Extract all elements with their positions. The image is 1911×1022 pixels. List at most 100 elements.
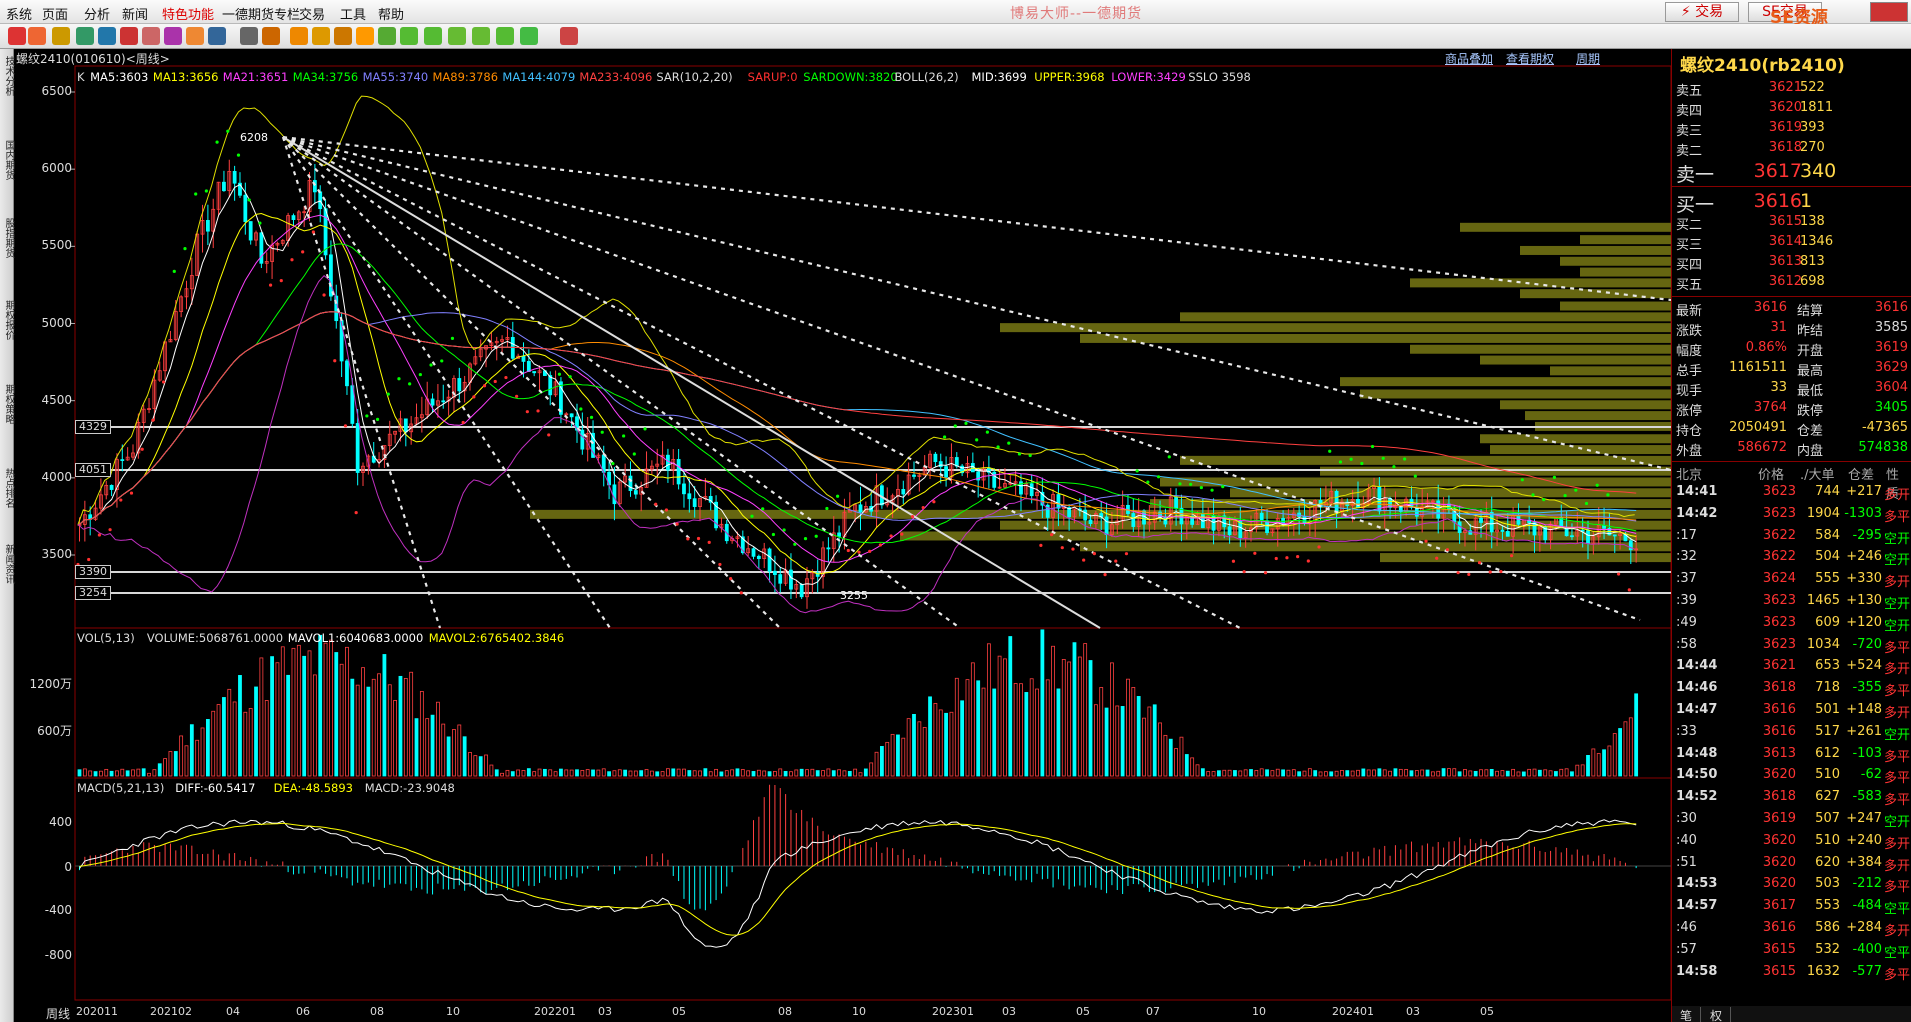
tick-row-12[interactable]: 14:48 3613 612 -103 多平 [1676, 746, 1910, 765]
ask-row-4[interactable]: 卖一 3617 340 [1676, 160, 1908, 186]
tick-row-8[interactable]: 14:44 3621 653 +524 多开 [1676, 658, 1910, 677]
stat-label-r-4: 最低 [1797, 384, 1824, 399]
year-icon[interactable] [400, 27, 418, 45]
volume-bar-67 [436, 701, 440, 777]
tick-row-7[interactable]: :58 3623 1034 -720 多平 [1676, 637, 1910, 656]
menu-item-5[interactable]: 一德期货专栏 [222, 4, 300, 23]
quarter-icon[interactable] [378, 27, 396, 45]
bid-row-3[interactable]: 买四 3613 813 [1676, 254, 1908, 273]
tick-row-10[interactable]: 14:47 3616 501 +148 多开 [1676, 702, 1910, 721]
home-icon[interactable] [8, 27, 26, 45]
calc-icon[interactable] [560, 27, 578, 45]
grid-icon[interactable] [52, 27, 70, 45]
legend-main-9: SAR(10,2,20) [656, 70, 733, 84]
tick-row-21[interactable]: :57 3615 532 -400 空平 [1676, 942, 1910, 961]
day-icon[interactable] [312, 27, 330, 45]
quote-tab-0[interactable]: 笔 [1672, 1007, 1702, 1022]
refresh-icon[interactable] [76, 27, 94, 45]
menu-item-6[interactable]: 交易 [299, 4, 325, 23]
volume-bar-64 [419, 691, 424, 777]
bid-row-2[interactable]: 买三 3614 1346 [1676, 234, 1908, 253]
menu-item-8[interactable]: 帮助 [378, 4, 404, 23]
legend-main-16: SSLO 3598 [1188, 70, 1251, 84]
bid-row-4[interactable]: 买五 3612 698 [1676, 274, 1908, 293]
file-icon[interactable] [28, 27, 46, 45]
tick-row-22[interactable]: 14:58 3615 1632 -577 多平 [1676, 964, 1910, 983]
bid-volume: 138 [1800, 214, 1825, 229]
sar-dot-216 [1231, 559, 1236, 563]
chart-link-2[interactable]: 周期 [1576, 50, 1600, 67]
ask-row-0[interactable]: 卖五 3621 522 [1676, 80, 1908, 99]
chart-link-0[interactable]: 商品叠加 [1445, 50, 1493, 67]
chart-link-1[interactable]: 查看期权 [1506, 50, 1554, 67]
min15-icon[interactable] [472, 27, 490, 45]
volume-bar-116 [698, 770, 702, 777]
month-icon[interactable] [356, 27, 374, 45]
tick-row-13[interactable]: 14:50 3620 510 -62 多平 [1676, 767, 1910, 786]
paint-icon[interactable] [186, 27, 204, 45]
quote-tab-1[interactable]: 权 [1702, 1007, 1732, 1022]
left-tab-5[interactable]: 热点排名 [0, 468, 14, 508]
tick-price: 3624 [1762, 571, 1796, 587]
menu-item-4[interactable]: 特色功能 [162, 4, 214, 23]
tick-row-15[interactable]: :30 3619 507 +247 空开 [1676, 811, 1910, 830]
color-icon[interactable] [142, 27, 160, 45]
tick-row-4[interactable]: :37 3624 555 +330 多开 [1676, 571, 1910, 590]
sar-dot-256 [1445, 548, 1450, 552]
bid-row-0[interactable]: 买一 3616 1 [1676, 190, 1908, 216]
week-icon[interactable] [334, 27, 352, 45]
volume-bar-54 [366, 686, 371, 777]
volume-bar-253 [1430, 771, 1435, 777]
left-tab-4[interactable]: 期权策略 [0, 384, 14, 424]
zoom-in-icon[interactable] [98, 27, 116, 45]
menu-item-7[interactable]: 工具 [340, 4, 366, 23]
tick-icon[interactable] [290, 27, 308, 45]
filter-icon[interactable] [208, 27, 226, 45]
tick-row-20[interactable]: :46 3616 586 +284 多开 [1676, 920, 1910, 939]
ask-row-3[interactable]: 卖二 3618 270 [1676, 140, 1908, 159]
tick-row-5[interactable]: :39 3623 1465 +130 空开 [1676, 593, 1910, 612]
pen-icon[interactable] [164, 27, 182, 45]
tick-row-9[interactable]: 14:46 3618 718 -355 多平 [1676, 680, 1910, 699]
left-tab-2[interactable]: 股指期货 [0, 218, 14, 258]
menu-item-1[interactable]: 页面 [42, 4, 68, 23]
min60-icon[interactable] [520, 27, 538, 45]
candle-body-205 [1174, 496, 1179, 509]
left-tab-3[interactable]: 期权报价 [0, 300, 14, 340]
ask-row-1[interactable]: 卖四 3620 1811 [1676, 100, 1908, 119]
line-chart-icon[interactable] [262, 27, 280, 45]
menu-item-3[interactable]: 新闻 [122, 4, 148, 23]
tick-row-0[interactable]: 14:41 3623 744 +217 多开 [1676, 484, 1910, 503]
bid-row-1[interactable]: 买二 3615 138 [1676, 214, 1908, 233]
tick-row-6[interactable]: :49 3623 609 +120 空开 [1676, 615, 1910, 634]
menu-item-2[interactable]: 分析 [84, 4, 110, 23]
kline-chart-svg[interactable]: 6208 3255 [0, 0, 1671, 1022]
ask-row-2[interactable]: 卖三 3619 393 [1676, 120, 1908, 139]
min5-icon[interactable] [448, 27, 466, 45]
zoom-out-icon[interactable] [120, 27, 138, 45]
table-icon[interactable] [240, 27, 258, 45]
tick-nature: 多平 [1884, 509, 1911, 525]
volume-bar-141 [831, 770, 836, 777]
tick-row-16[interactable]: :40 3620 510 +240 多开 [1676, 833, 1910, 852]
menu-item-0[interactable]: 系统 [6, 4, 32, 23]
window-controls[interactable] [1870, 2, 1908, 22]
tick-row-18[interactable]: 14:53 3620 503 -212 多平 [1676, 876, 1910, 895]
tick-row-2[interactable]: :17 3622 584 -295 空开 [1676, 528, 1910, 547]
left-tab-0[interactable]: 技术分析 [0, 56, 14, 96]
x-tick-18: 05 [1480, 1005, 1494, 1018]
left-tab-1[interactable]: 国内期货 [0, 140, 14, 180]
period-label[interactable]: 周线 [46, 1005, 70, 1022]
tick-row-14[interactable]: 14:52 3618 627 -583 多平 [1676, 789, 1910, 808]
bid-label: 买五 [1676, 278, 1703, 293]
min1-icon[interactable] [424, 27, 442, 45]
left-tab-6[interactable]: 新闻资讯 [0, 544, 14, 584]
tick-row-19[interactable]: 14:57 3617 553 -484 空平 [1676, 898, 1910, 917]
trade-button[interactable]: ⚡ 交易 [1665, 2, 1739, 22]
tick-row-1[interactable]: 14:42 3623 1904 -1303 多平 [1676, 506, 1911, 525]
min30-icon[interactable] [496, 27, 514, 45]
tick-row-3[interactable]: :32 3622 504 +246 空开 [1676, 549, 1910, 568]
volume-bar-66 [430, 714, 435, 777]
tick-row-17[interactable]: :51 3620 620 +384 多开 [1676, 855, 1910, 874]
tick-row-11[interactable]: :33 3616 517 +261 空开 [1676, 724, 1910, 743]
